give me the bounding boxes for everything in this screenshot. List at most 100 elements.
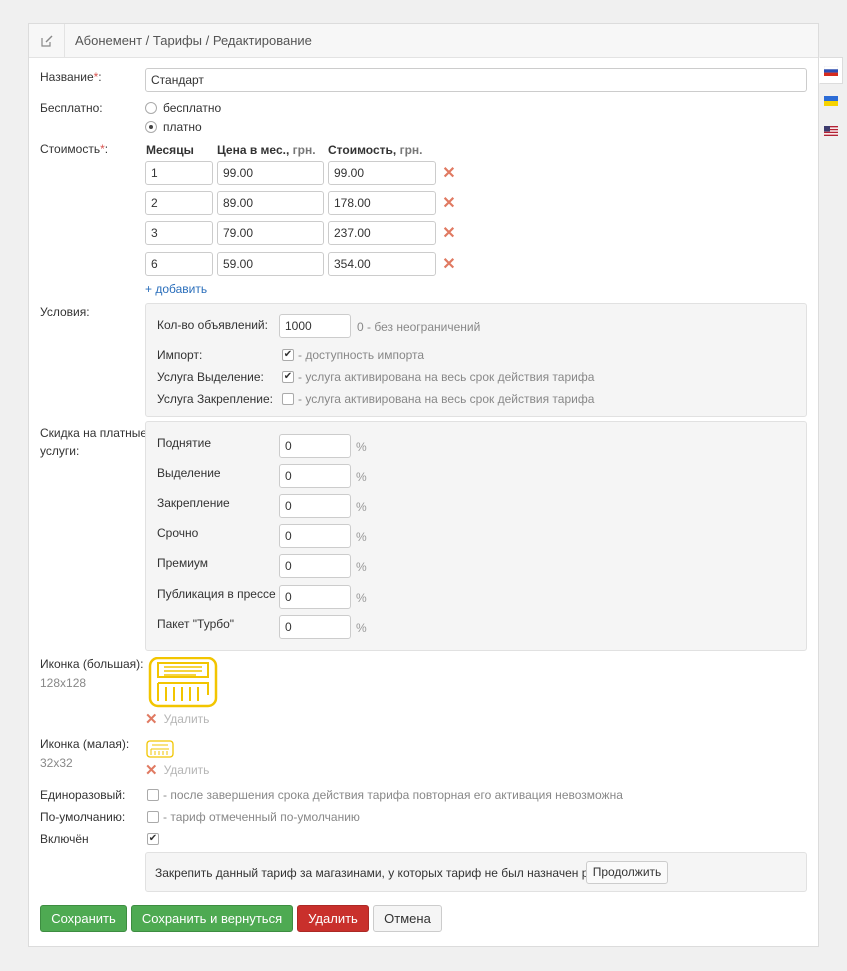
remove-row-icon[interactable]: ✕ xyxy=(442,257,456,273)
discount-label-line1: Скидка на платные xyxy=(40,426,148,440)
breadcrumb: Абонемент / Тарифы / Редактирование xyxy=(75,33,312,48)
discount-input[interactable]: 0 xyxy=(279,464,351,488)
tariff-big-icon xyxy=(148,657,218,708)
col-total-unit: грн. xyxy=(399,143,423,157)
ads-count-label: Кол-во объявлений: xyxy=(157,318,268,332)
highlight-label: Услуга Выделение: xyxy=(157,370,264,384)
remove-row-icon[interactable]: ✕ xyxy=(442,226,456,242)
radio-paid-label: платно xyxy=(163,120,202,134)
language-tabs xyxy=(819,57,843,147)
default-checkbox[interactable] xyxy=(147,811,159,823)
import-hint: - доступность импорта xyxy=(298,348,425,362)
icon-small-label: Иконка (малая): xyxy=(40,737,130,751)
radio-free-label: бесплатно xyxy=(163,101,222,115)
months-input[interactable]: 3 xyxy=(145,221,213,245)
discount-label-item: Пакет "Турбо" xyxy=(157,617,235,631)
percent-sign: % xyxy=(356,530,367,544)
free-label: Бесплатно: xyxy=(40,101,103,115)
name-input[interactable]: Стандарт xyxy=(145,68,807,92)
icon-big-size: 128x128 xyxy=(40,676,87,690)
lang-tab-en[interactable] xyxy=(819,117,843,144)
pin-label: Услуга Закрепление: xyxy=(157,392,273,406)
total-input[interactable]: 237.00 xyxy=(328,221,436,245)
colon: : xyxy=(104,142,109,156)
flag-en-icon xyxy=(824,125,838,136)
discount-input[interactable]: 0 xyxy=(279,494,351,518)
radio-paid[interactable]: платно xyxy=(145,120,202,134)
cost-label: Стоимость*: xyxy=(40,142,108,156)
delete-big-icon-link[interactable]: ✕ Удалить xyxy=(145,710,209,728)
col-total-text: Стоимость, xyxy=(328,143,397,157)
months-input[interactable]: 1 xyxy=(145,161,213,185)
percent-sign: % xyxy=(356,470,367,484)
discount-input[interactable]: 0 xyxy=(279,585,351,609)
months-input[interactable]: 2 xyxy=(145,191,213,215)
assign-text: Закрепить данный тариф за магазинами, у … xyxy=(155,866,619,880)
flag-uk-icon xyxy=(824,95,838,106)
import-checkbox[interactable]: ✔ xyxy=(282,349,294,361)
delete-big-icon-label: Удалить xyxy=(163,712,210,726)
ads-count-input[interactable]: 1000 xyxy=(279,314,351,338)
discount-label-item: Премиум xyxy=(157,556,209,570)
col-months: Месяцы xyxy=(146,143,194,157)
delete-icon: ✕ xyxy=(145,711,158,728)
price-month-input[interactable]: 89.00 xyxy=(217,191,324,215)
highlight-checkbox[interactable]: ✔ xyxy=(282,371,294,383)
conditions-label: Условия: xyxy=(40,305,90,319)
months-input[interactable]: 6 xyxy=(145,252,213,276)
col-price-month: Цена в мес., грн. xyxy=(217,143,316,157)
cost-label-text: Стоимость xyxy=(40,142,101,156)
default-hint: - тариф отмеченный по-умолчанию xyxy=(163,810,360,824)
delete-small-icon-link[interactable]: ✕ Удалить xyxy=(145,761,209,779)
discount-input[interactable]: 0 xyxy=(279,524,351,548)
col-price-month-unit: грн. xyxy=(292,143,316,157)
lang-tab-uk[interactable] xyxy=(819,87,843,114)
save-return-button[interactable]: Сохранить и вернуться xyxy=(131,905,293,932)
delete-button[interactable]: Удалить xyxy=(297,905,369,932)
ads-count-hint: 0 - без неограничений xyxy=(357,320,481,334)
edit-icon xyxy=(29,23,65,58)
remove-row-icon[interactable]: ✕ xyxy=(442,196,456,212)
col-price-month-text: Цена в мес., xyxy=(217,143,290,157)
total-input[interactable]: 178.00 xyxy=(328,191,436,215)
discount-label-item: Выделение xyxy=(157,466,221,480)
discount-label: Скидка на платные услуги: xyxy=(40,424,147,460)
percent-sign: % xyxy=(356,560,367,574)
onetime-checkbox[interactable] xyxy=(147,789,159,801)
radio-paid-circle[interactable] xyxy=(145,121,157,133)
import-label: Импорт: xyxy=(157,348,203,362)
colon: : xyxy=(98,70,102,84)
total-input[interactable]: 99.00 xyxy=(328,161,436,185)
discount-input[interactable]: 0 xyxy=(279,615,351,639)
cancel-button[interactable]: Отмена xyxy=(373,905,442,932)
radio-free-circle[interactable] xyxy=(145,102,157,114)
total-input[interactable]: 354.00 xyxy=(328,252,436,276)
radio-free[interactable]: бесплатно xyxy=(145,101,221,115)
onetime-hint: - после завершения срока действия тарифа… xyxy=(163,788,623,802)
percent-sign: % xyxy=(356,500,367,514)
name-label-text: Название xyxy=(40,70,94,84)
lang-tab-ru[interactable] xyxy=(819,57,843,84)
discount-input[interactable]: 0 xyxy=(279,434,351,458)
percent-sign: % xyxy=(356,621,367,635)
continue-button[interactable]: Продолжить xyxy=(586,861,668,884)
price-month-input[interactable]: 99.00 xyxy=(217,161,324,185)
enabled-checkbox[interactable]: ✔ xyxy=(147,833,159,845)
name-label: Название*: xyxy=(40,70,102,84)
pin-checkbox[interactable] xyxy=(282,393,294,405)
discount-input[interactable]: 0 xyxy=(279,554,351,578)
enabled-label: Включён xyxy=(40,832,89,846)
highlight-hint: - услуга активирована на весь срок дейст… xyxy=(298,370,595,384)
price-month-input[interactable]: 59.00 xyxy=(217,252,324,276)
percent-sign: % xyxy=(356,440,367,454)
flag-ru-icon xyxy=(824,65,838,76)
conditions-box: Кол-во объявлений: 1000 0 - без неограни… xyxy=(145,303,807,417)
discount-label-item: Поднятие xyxy=(157,436,212,450)
price-month-input[interactable]: 79.00 xyxy=(217,221,324,245)
add-price-link[interactable]: + добавить xyxy=(145,282,207,296)
remove-row-icon[interactable]: ✕ xyxy=(442,166,456,182)
save-button[interactable]: Сохранить xyxy=(40,905,127,932)
discount-label-item: Срочно xyxy=(157,526,199,540)
icon-big-label: Иконка (большая): xyxy=(40,657,144,671)
pin-hint: - услуга активирована на весь срок дейст… xyxy=(298,392,595,406)
